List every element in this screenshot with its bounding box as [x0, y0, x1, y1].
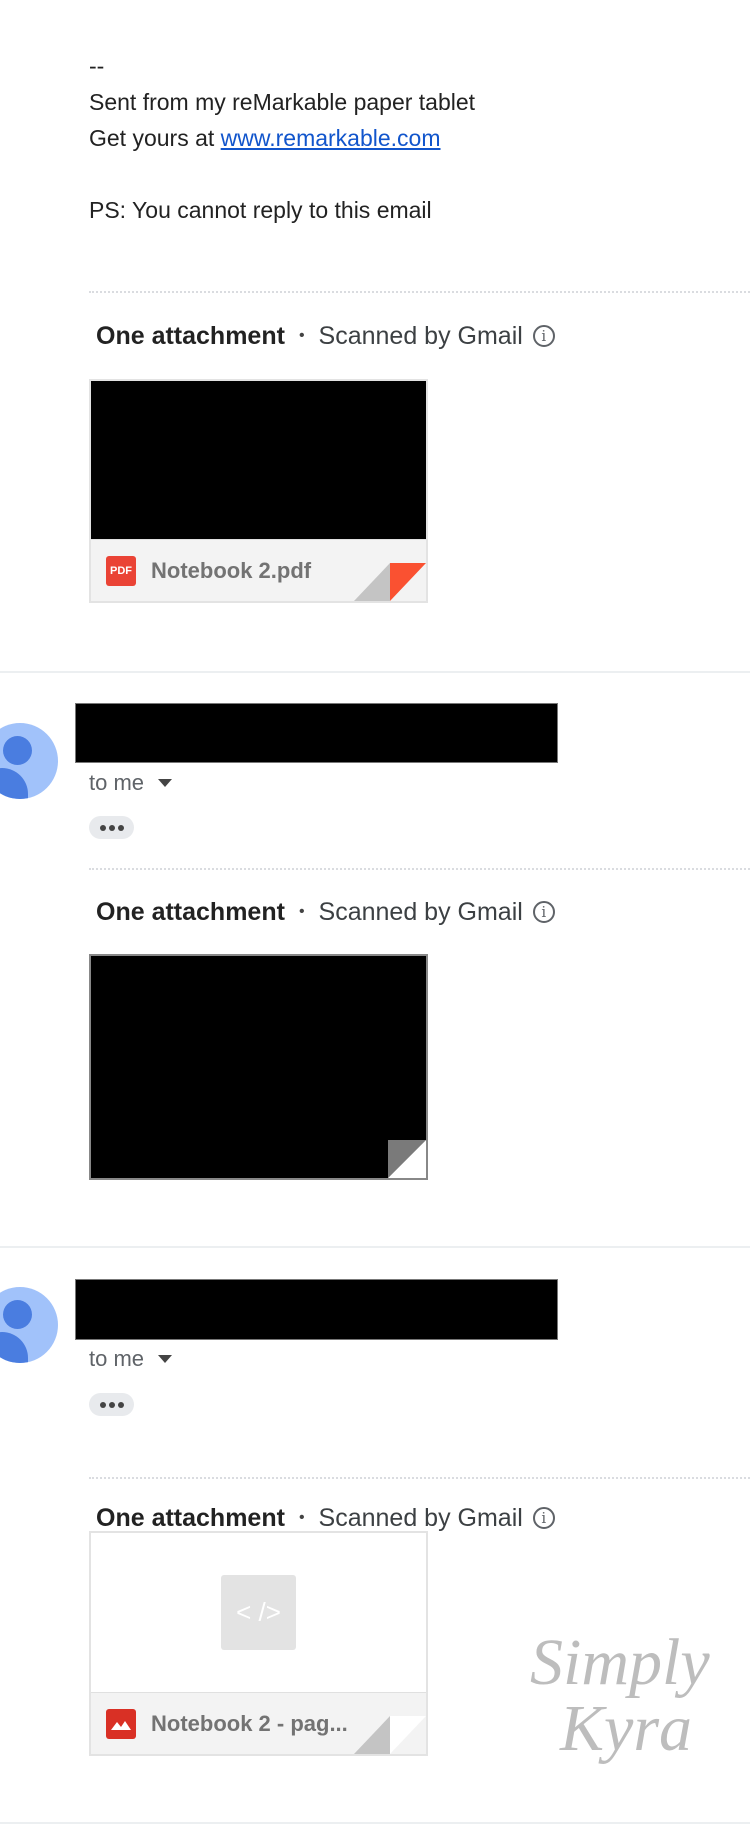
watermark-line: Simply — [530, 1626, 710, 1699]
scanned-by-gmail: Scanned by Gmail — [318, 1503, 523, 1532]
attachment-filename: Notebook 2.pdf — [151, 557, 312, 583]
attachment-filename: Notebook 2 - pag... — [151, 1710, 348, 1736]
recipient-label: to me — [89, 770, 145, 795]
attachment-header: One attachment • Scanned by Gmail i — [96, 896, 555, 928]
signature-link-line: Get yours at www.remarkable.com — [89, 120, 441, 156]
attachment-header: One attachment • Scanned by Gmail i — [96, 320, 555, 352]
code-placeholder-icon: < /> — [221, 1575, 296, 1650]
redacted-sender — [75, 703, 558, 763]
show-trimmed-content-button[interactable] — [89, 816, 134, 839]
signature-ps: PS: You cannot reply to this email — [89, 197, 432, 223]
signature-separator: -- — [89, 53, 105, 79]
recipient-label: to me — [89, 1346, 145, 1371]
show-trimmed-content-button[interactable] — [89, 1393, 134, 1416]
recipient-toggle[interactable]: to me — [89, 1346, 173, 1372]
caret-down-icon — [158, 1355, 173, 1363]
divider — [89, 1477, 750, 1479]
recipient-toggle[interactable]: to me — [89, 770, 173, 796]
attachment-count: One attachment — [96, 321, 285, 350]
caret-down-icon — [158, 779, 173, 787]
separator-dot: • — [298, 327, 305, 344]
scanned-by-gmail: Scanned by Gmail — [318, 897, 523, 926]
signature-prefix: Get yours at — [89, 125, 221, 151]
remarkable-link[interactable]: www.remarkable.com — [221, 125, 441, 151]
image-icon — [106, 1708, 136, 1739]
message-divider — [0, 1246, 750, 1248]
separator-dot: • — [298, 1509, 305, 1526]
attachment-count: One attachment — [96, 1503, 285, 1532]
attachment-card-pdf[interactable]: PDF Notebook 2.pdf — [89, 379, 428, 603]
page-fold-icon — [354, 1716, 426, 1754]
redacted-sender — [75, 1279, 558, 1340]
info-icon[interactable]: i — [532, 1507, 555, 1529]
separator-dot: • — [298, 903, 305, 920]
info-icon[interactable]: i — [532, 325, 555, 347]
sender-avatar[interactable] — [0, 723, 58, 799]
message-divider — [0, 671, 750, 673]
page-fold-icon — [354, 563, 426, 601]
watermark-logo: Simply Kyra — [530, 1630, 710, 1762]
attachment-card-image[interactable]: < /> Notebook 2 - pag... — [89, 1531, 428, 1756]
watermark-line: Kyra — [560, 1692, 692, 1765]
divider — [89, 291, 750, 293]
attachment-card-redacted[interactable] — [89, 954, 428, 1180]
signature-line: Sent from my reMarkable paper tablet — [89, 89, 476, 115]
divider — [89, 868, 750, 870]
page-fold-icon — [388, 1140, 426, 1178]
info-icon[interactable]: i — [532, 901, 555, 923]
message-divider — [0, 1822, 750, 1824]
scanned-by-gmail: Scanned by Gmail — [318, 321, 523, 350]
attachment-thumbnail — [91, 381, 426, 542]
pdf-icon: PDF — [106, 555, 136, 586]
attachment-count: One attachment — [96, 897, 285, 926]
sender-avatar[interactable] — [0, 1287, 58, 1363]
attachment-header: One attachment • Scanned by Gmail i — [96, 1502, 555, 1534]
